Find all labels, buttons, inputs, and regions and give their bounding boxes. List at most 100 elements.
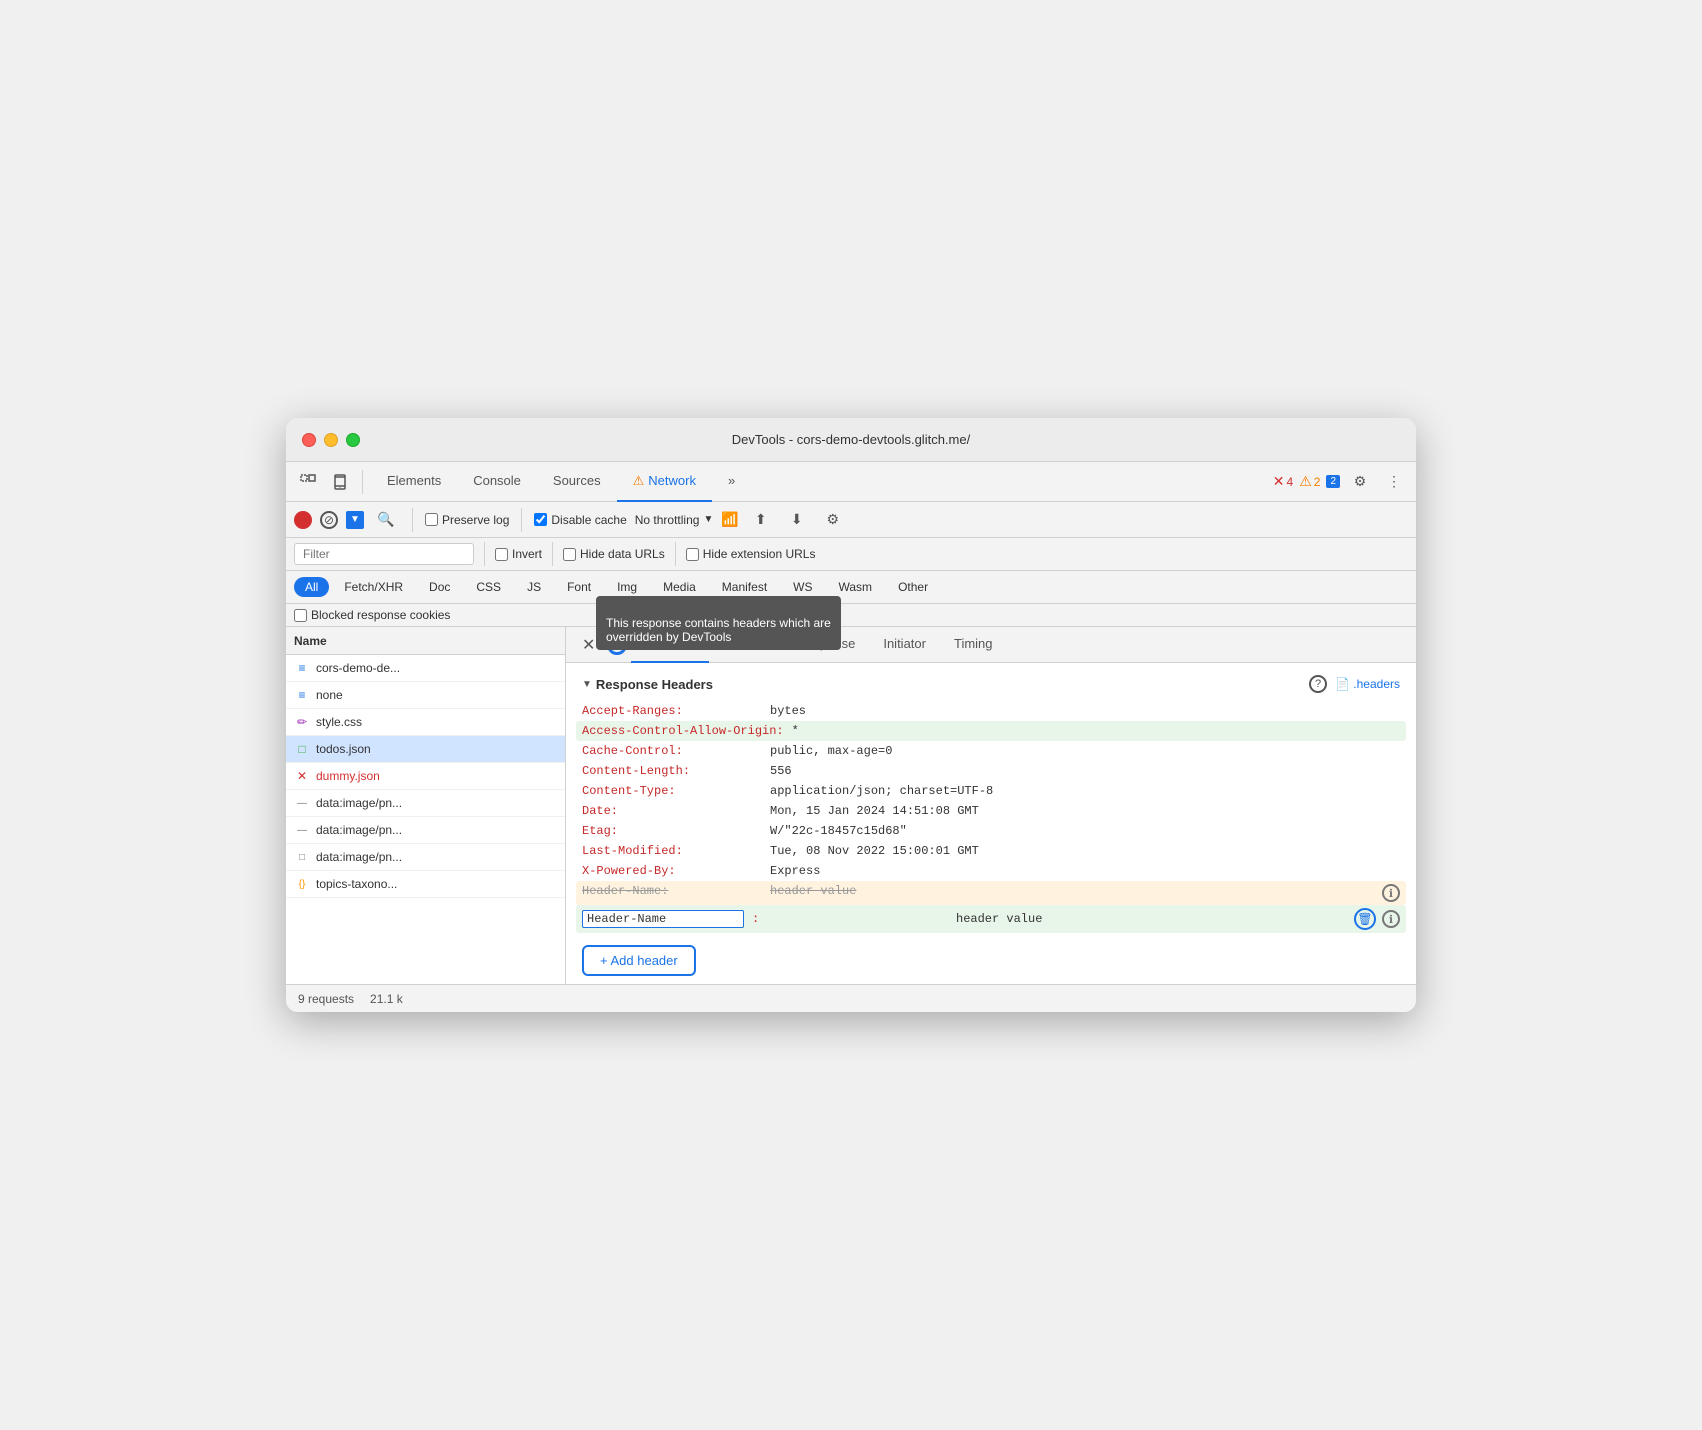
- header-row-accept-ranges: Accept-Ranges: bytes: [582, 701, 1400, 721]
- header-name-input[interactable]: [582, 910, 744, 928]
- header-value: application/json; charset=UTF-8: [770, 784, 993, 798]
- preserve-log-label[interactable]: Preserve log: [425, 513, 509, 527]
- request-item[interactable]: ✕ dummy.json: [286, 763, 565, 790]
- js-icon: {}: [294, 876, 310, 892]
- error-icon: ✕: [294, 768, 310, 784]
- request-item[interactable]: ≡ cors-demo-de...: [286, 655, 565, 682]
- tab-sources[interactable]: Sources: [537, 462, 617, 502]
- header-row-date: Date: Mon, 15 Jan 2024 14:51:08 GMT: [582, 801, 1400, 821]
- add-header-button[interactable]: + Add header: [582, 945, 696, 976]
- header-value: W/"22c-18457c15d68": [770, 824, 907, 838]
- info-icon[interactable]: ℹ: [1382, 884, 1400, 902]
- blocked-cookies-label[interactable]: Blocked response cookies: [294, 608, 450, 622]
- device-icon[interactable]: [326, 468, 354, 496]
- divider-6: [675, 542, 676, 566]
- filter-all[interactable]: All: [294, 577, 329, 597]
- filter-wasm[interactable]: Wasm: [828, 577, 884, 597]
- filter-input[interactable]: [294, 543, 474, 565]
- maximize-button[interactable]: [346, 433, 360, 447]
- tab-preview[interactable]: Preview: [709, 627, 783, 663]
- search-button[interactable]: 🔍: [372, 506, 400, 534]
- divider-4: [484, 542, 485, 566]
- filter-media[interactable]: Media: [652, 577, 707, 597]
- request-item[interactable]: — data:image/pn...: [286, 790, 565, 817]
- download-icon[interactable]: ⬇: [783, 506, 811, 534]
- request-item[interactable]: — data:image/pn...: [286, 817, 565, 844]
- doc-icon: ≡: [294, 687, 310, 703]
- header-value: *: [792, 724, 799, 738]
- minimize-button[interactable]: [324, 433, 338, 447]
- header-value: Tue, 08 Nov 2022 15:00:01 GMT: [770, 844, 979, 858]
- request-name: style.css: [316, 715, 362, 729]
- header-name: Content-Type:: [582, 784, 762, 798]
- header-row-x-powered-by: X-Powered-By: Express: [582, 861, 1400, 881]
- hide-extension-urls-label[interactable]: Hide extension URLs: [686, 547, 816, 561]
- close-detail-button[interactable]: ✕: [574, 631, 603, 659]
- more-options-icon[interactable]: ⋮: [1380, 468, 1408, 496]
- tab-elements[interactable]: Elements: [371, 462, 457, 502]
- filter-button[interactable]: ▼: [346, 511, 364, 529]
- filter-font[interactable]: Font: [556, 577, 602, 597]
- upload-icon[interactable]: ⬆: [747, 506, 775, 534]
- header-row-content-length: Content-Length: 556: [582, 761, 1400, 781]
- devtools-container: Elements Console Sources ⚠ Network » ✕ 4…: [286, 462, 1416, 1012]
- delete-header-button[interactable]: 🗑: [1354, 908, 1376, 930]
- request-item[interactable]: ≡ none: [286, 682, 565, 709]
- header-value: 556: [770, 764, 792, 778]
- status-bar: 9 requests 21.1 k: [286, 984, 1416, 1012]
- tab-network[interactable]: ⚠ Network: [617, 462, 712, 502]
- help-icon[interactable]: ?: [1309, 675, 1327, 693]
- section-toggle-icon[interactable]: ▼: [582, 679, 592, 690]
- tab-more[interactable]: »: [712, 462, 751, 502]
- request-item[interactable]: ✏ style.css: [286, 709, 565, 736]
- preserve-log-checkbox[interactable]: [425, 513, 438, 526]
- hide-data-urls-checkbox[interactable]: [563, 548, 576, 561]
- filter-ws[interactable]: WS: [782, 577, 823, 597]
- clear-button[interactable]: ⊘: [320, 511, 338, 529]
- headers-file-link[interactable]: 📄 .headers: [1335, 677, 1400, 691]
- tab-response[interactable]: Response: [783, 627, 870, 663]
- tab-headers[interactable]: Headers: [631, 627, 708, 663]
- inspect-icon[interactable]: [294, 468, 322, 496]
- image-icon: —: [294, 795, 310, 811]
- request-item-selected[interactable]: □ todos.json: [286, 736, 565, 763]
- network-settings-icon[interactable]: ⚙: [819, 506, 847, 534]
- hide-data-urls-label[interactable]: Hide data URLs: [563, 547, 665, 561]
- record-button[interactable]: [294, 511, 312, 529]
- tab-console[interactable]: Console: [457, 462, 537, 502]
- header-value: bytes: [770, 704, 806, 718]
- row-actions-editable: 🗑 ℹ: [1354, 908, 1400, 930]
- section-header: ▼ Response Headers ? 📄 .headers: [582, 675, 1400, 693]
- filter-fetch-xhr[interactable]: Fetch/XHR: [333, 577, 414, 597]
- request-item[interactable]: {} topics-taxono...: [286, 871, 565, 898]
- filter-bar: Invert Hide data URLs Hide extension URL…: [286, 538, 1416, 571]
- invert-checkbox[interactable]: [495, 548, 508, 561]
- header-value: Express: [770, 864, 820, 878]
- filter-doc[interactable]: Doc: [418, 577, 461, 597]
- doc-icon: ≡: [294, 660, 310, 676]
- filter-css[interactable]: CSS: [465, 577, 512, 597]
- tab-initiator[interactable]: Initiator: [869, 627, 940, 663]
- tab-timing[interactable]: Timing: [940, 627, 1007, 663]
- info-icon[interactable]: ℹ: [1382, 910, 1400, 928]
- invert-label[interactable]: Invert: [495, 547, 542, 561]
- filter-manifest[interactable]: Manifest: [711, 577, 778, 597]
- settings-icon[interactable]: ⚙: [1346, 468, 1374, 496]
- disable-cache-label[interactable]: Disable cache: [534, 513, 626, 527]
- request-item[interactable]: □ data:image/pn...: [286, 844, 565, 871]
- request-name: data:image/pn...: [316, 850, 402, 864]
- filter-other[interactable]: Other: [887, 577, 939, 597]
- tab-list: Elements Console Sources ⚠ Network »: [371, 462, 751, 502]
- close-button[interactable]: [302, 433, 316, 447]
- filter-js[interactable]: JS: [516, 577, 552, 597]
- section-actions: ? 📄 .headers: [1309, 675, 1400, 693]
- filter-img[interactable]: Img: [606, 577, 648, 597]
- network-toolbar: ⊘ ▼ 🔍 Preserve log Disable cache No thro…: [286, 502, 1416, 538]
- hide-extension-urls-checkbox[interactable]: [686, 548, 699, 561]
- disable-cache-checkbox[interactable]: [534, 513, 547, 526]
- request-list: Name ≡ cors-demo-de... ≡ none ✏: [286, 627, 566, 984]
- throttling-select[interactable]: No throttling ▼: [635, 513, 714, 527]
- filter-type-list: All Fetch/XHR Doc CSS JS Font Img Media …: [294, 577, 939, 597]
- blocked-cookies-checkbox[interactable]: [294, 609, 307, 622]
- image-icon: □: [294, 849, 310, 865]
